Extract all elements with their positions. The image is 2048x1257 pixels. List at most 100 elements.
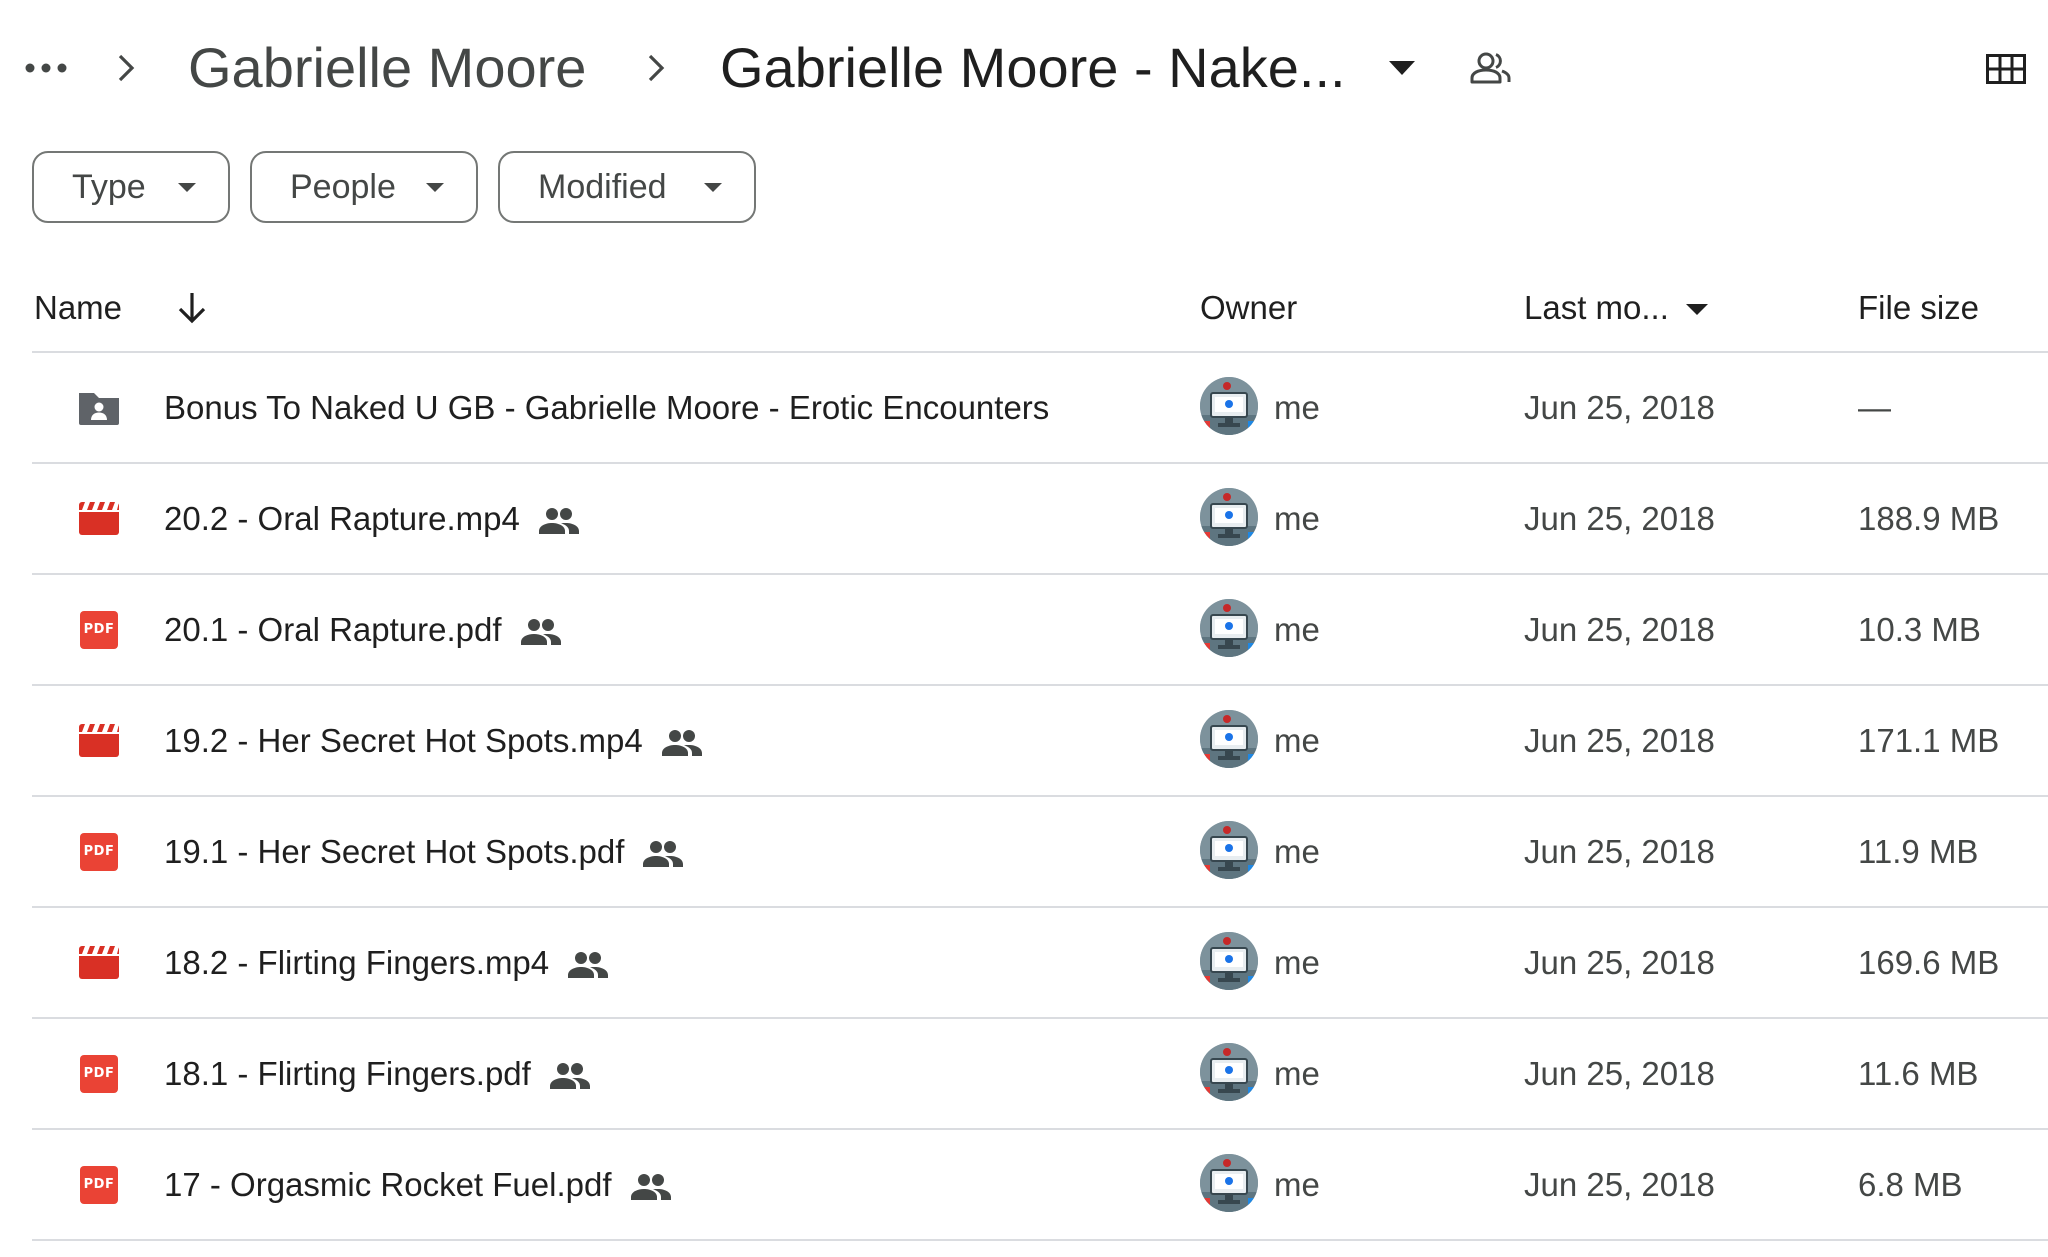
avatar: [1200, 377, 1258, 435]
last-modified-date: Jun 25, 2018: [1524, 944, 1715, 981]
chevron-right-icon: [106, 46, 146, 90]
column-header-name[interactable]: Name: [34, 280, 122, 336]
last-modified-date: Jun 25, 2018: [1524, 833, 1715, 870]
shared-people-icon: [549, 944, 609, 981]
owner-name: me: [1274, 944, 1320, 981]
column-header-owner[interactable]: Owner: [1200, 280, 1297, 336]
file-name: 18.2 - Flirting Fingers.mp4: [164, 944, 550, 981]
avatar: [1200, 710, 1258, 768]
arrow-drop-down-icon[interactable]: [1686, 304, 1708, 315]
breadcrumb-current-folder[interactable]: Gabrielle Moore - Nake...: [720, 28, 1346, 108]
file-size: 11.6 MB: [1858, 1055, 1979, 1092]
modified-filter-chip[interactable]: Modified: [498, 151, 756, 223]
chip-label: People: [290, 167, 396, 206]
pdf-file-icon: PDF: [76, 1162, 122, 1208]
shared-people-icon: [531, 1055, 591, 1092]
file-row[interactable]: PDF 19.1 - Her Secret Hot Spots.pdf me Jun …: [32, 797, 2048, 907]
type-filter-chip[interactable]: Type: [32, 151, 230, 223]
file-size: 171.1 MB: [1858, 722, 2000, 759]
avatar: [1200, 1154, 1258, 1212]
owner-name: me: [1274, 611, 1320, 648]
file-name-cell[interactable]: 20.2 - Oral Rapture.mp4: [164, 490, 580, 548]
file-size: 11.9 MB: [1858, 833, 1979, 870]
chip-label: Type: [72, 167, 146, 206]
file-row[interactable]: 20.2 - Oral Rapture.mp4 me Jun 25, 2018 188…: [32, 464, 2048, 574]
shared-people-icon: [624, 833, 684, 870]
file-name: Bonus To Naked U GB - Gabrielle Moore - …: [164, 389, 1050, 426]
people-filter-chip[interactable]: People: [250, 151, 478, 223]
last-modified-date: Jun 25, 2018: [1524, 1055, 1715, 1092]
avatar: [1200, 1043, 1258, 1101]
avatar: [1200, 488, 1258, 546]
file-name: 19.1 - Her Secret Hot Spots.pdf: [164, 833, 625, 870]
file-row[interactable]: 19.2 - Her Secret Hot Spots.mp4 me Jun 25,…: [32, 686, 2048, 796]
file-size: —: [1858, 389, 1891, 426]
shared-folder-icon: [76, 385, 122, 431]
owner-name: me: [1274, 1055, 1320, 1092]
file-name-cell[interactable]: Bonus To Naked U GB - Gabrielle Moore - …: [164, 379, 1049, 437]
more-horiz-icon[interactable]: [18, 48, 74, 88]
video-file-icon: [76, 496, 122, 542]
video-file-icon: [76, 718, 122, 764]
arrow-downward-icon[interactable]: [172, 286, 212, 330]
file-size: 6.8 MB: [1858, 1166, 1963, 1203]
arrow-drop-down-icon: [704, 182, 722, 192]
file-name-cell[interactable]: 20.1 - Oral Rapture.pdf: [164, 601, 562, 659]
pdf-file-icon: PDF: [76, 1051, 122, 1097]
avatar: [1200, 821, 1258, 879]
pdf-badge-text: PDF: [80, 1166, 118, 1204]
folder-row[interactable]: Bonus To Naked U GB - Gabrielle Moore - …: [32, 353, 2048, 463]
pdf-file-icon: PDF: [76, 607, 122, 653]
people-outline-icon[interactable]: [1465, 44, 1517, 92]
owner-name: me: [1274, 500, 1320, 537]
file-row[interactable]: 18.2 - Flirting Fingers.mp4 me Jun 25, 201…: [32, 908, 2048, 1018]
file-name-cell[interactable]: 19.2 - Her Secret Hot Spots.mp4: [164, 712, 703, 770]
file-name-cell[interactable]: 18.2 - Flirting Fingers.mp4: [164, 934, 609, 992]
file-name-cell[interactable]: 18.1 - Flirting Fingers.pdf: [164, 1045, 591, 1103]
file-name-cell[interactable]: 19.1 - Her Secret Hot Spots.pdf: [164, 823, 684, 881]
avatar: [1200, 932, 1258, 990]
file-size: 169.6 MB: [1858, 944, 2000, 981]
file-size: 10.3 MB: [1858, 611, 1981, 648]
pdf-badge-text: PDF: [80, 611, 118, 649]
column-header-last-modified[interactable]: Last mo...: [1524, 280, 1669, 336]
file-row[interactable]: PDF 17 - Orgasmic Rocket Fuel.pdf me Jun 25…: [32, 1130, 2048, 1240]
pdf-badge-text: PDF: [80, 833, 118, 871]
last-modified-date: Jun 25, 2018: [1524, 389, 1715, 426]
file-row[interactable]: PDF 20.1 - Oral Rapture.pdf me Jun 25, 2018…: [32, 575, 2048, 685]
pdf-badge-text: PDF: [80, 1055, 118, 1093]
file-name-cell[interactable]: 17 - Orgasmic Rocket Fuel.pdf: [164, 1156, 672, 1214]
arrow-drop-down-icon: [178, 182, 196, 192]
arrow-drop-down-icon[interactable]: [1380, 46, 1424, 90]
breadcrumb: Gabrielle Moore Gabrielle Moore - Nake..…: [0, 0, 2048, 130]
last-modified-date: Jun 25, 2018: [1524, 722, 1715, 759]
last-modified-date: Jun 25, 2018: [1524, 1166, 1715, 1203]
file-size: 188.9 MB: [1858, 500, 2000, 537]
owner-name: me: [1274, 389, 1320, 426]
grid-view-icon[interactable]: [1980, 46, 2032, 92]
owner-name: me: [1274, 833, 1320, 870]
row-divider: [32, 1239, 2048, 1241]
breadcrumb-parent[interactable]: Gabrielle Moore: [188, 28, 586, 108]
shared-people-icon: [612, 1166, 672, 1203]
shared-people-icon: [643, 722, 703, 759]
owner-name: me: [1274, 722, 1320, 759]
shared-people-icon: [502, 611, 562, 648]
video-file-icon: [76, 940, 122, 986]
file-name: 18.1 - Flirting Fingers.pdf: [164, 1055, 531, 1092]
pdf-file-icon: PDF: [76, 829, 122, 875]
file-row[interactable]: PDF 18.1 - Flirting Fingers.pdf me Jun 25, …: [32, 1019, 2048, 1129]
owner-name: me: [1274, 1166, 1320, 1203]
file-name: 17 - Orgasmic Rocket Fuel.pdf: [164, 1166, 612, 1203]
arrow-drop-down-icon: [426, 182, 444, 192]
last-modified-date: Jun 25, 2018: [1524, 611, 1715, 648]
file-name: 19.2 - Her Secret Hot Spots.mp4: [164, 722, 643, 759]
shared-people-icon: [520, 500, 580, 537]
file-name: 20.1 - Oral Rapture.pdf: [164, 611, 502, 648]
last-modified-date: Jun 25, 2018: [1524, 500, 1715, 537]
avatar: [1200, 599, 1258, 657]
chevron-right-icon: [636, 46, 676, 90]
column-header-file-size[interactable]: File size: [1858, 280, 1979, 336]
chip-label: Modified: [538, 167, 667, 206]
file-name: 20.2 - Oral Rapture.mp4: [164, 500, 520, 537]
